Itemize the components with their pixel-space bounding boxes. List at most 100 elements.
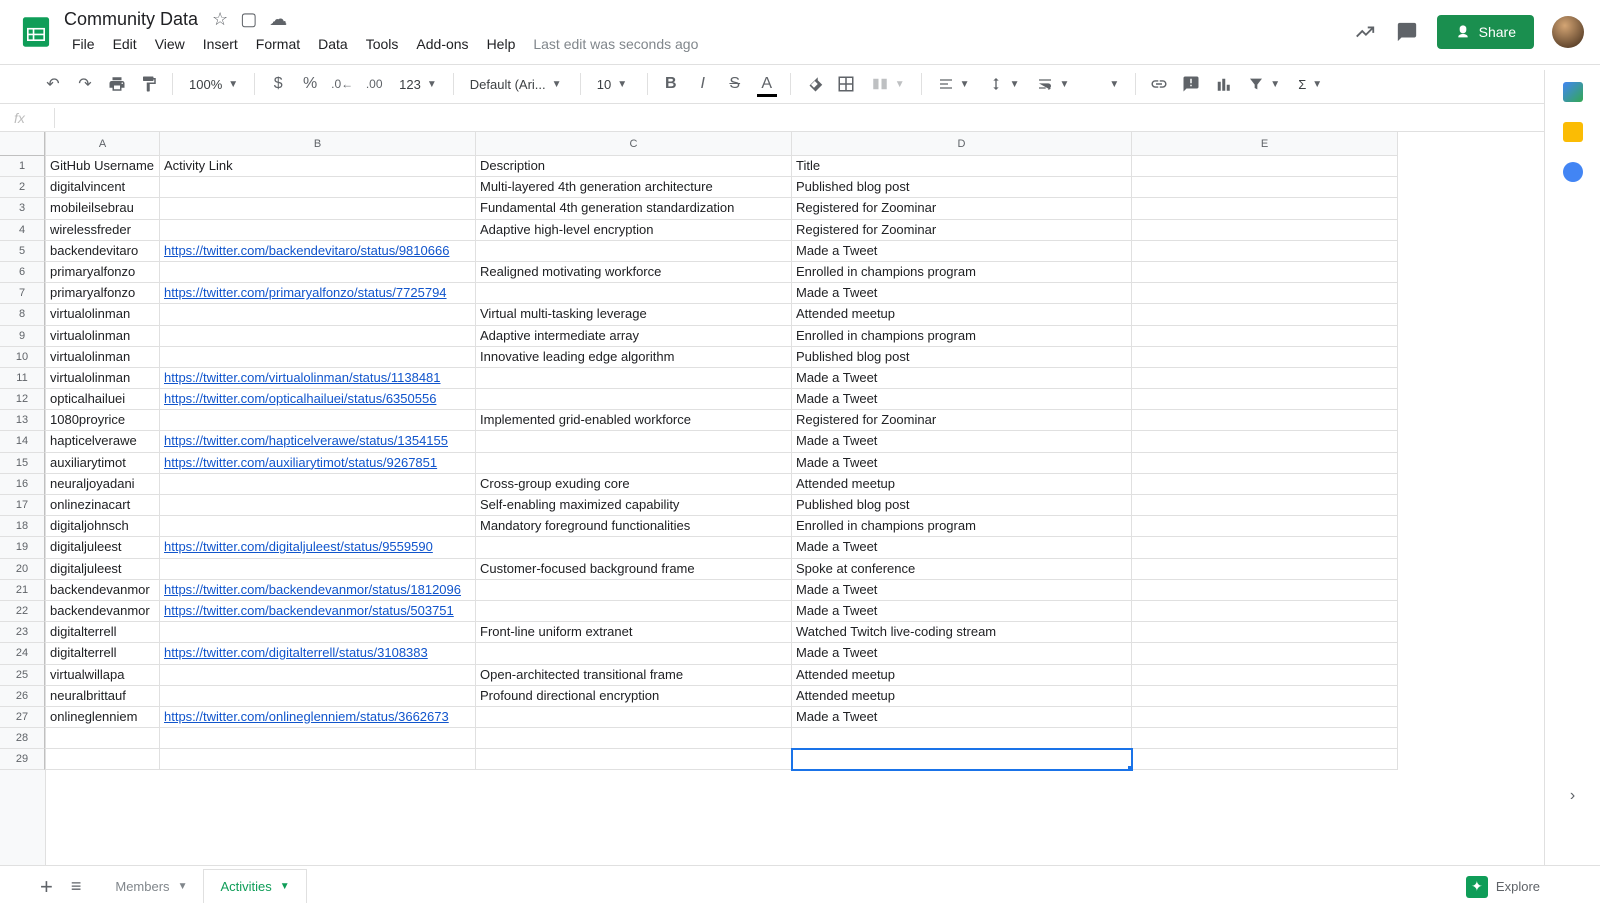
cell[interactable]: 1080proyrice — [46, 410, 160, 431]
more-formats-select[interactable]: 123▼ — [391, 77, 445, 92]
cell[interactable] — [1132, 177, 1398, 198]
cell[interactable]: Fundamental 4th generation standardizati… — [476, 198, 792, 219]
row-header[interactable]: 18 — [0, 516, 45, 537]
cell[interactable]: Registered for Zoominar — [792, 220, 1132, 241]
all-sheets-button[interactable]: ≡ — [71, 876, 82, 897]
explore-button[interactable]: ✦ Explore — [1466, 876, 1540, 898]
cell[interactable]: backendevitaro — [46, 241, 160, 262]
cell[interactable]: virtualolinman — [46, 347, 160, 368]
merge-cells-button[interactable]: ▼ — [863, 75, 913, 93]
row-header[interactable]: 24 — [0, 643, 45, 664]
cell[interactable] — [792, 749, 1132, 770]
row-header[interactable]: 15 — [0, 453, 45, 474]
row-header[interactable]: 19 — [0, 537, 45, 558]
sheets-logo-icon[interactable] — [16, 12, 56, 52]
cell[interactable]: https://twitter.com/onlineglenniem/statu… — [160, 707, 476, 728]
fontsize-select[interactable]: 10▼ — [589, 77, 639, 92]
zoom-select[interactable]: 100%▼ — [181, 77, 246, 92]
cell[interactable] — [476, 368, 792, 389]
sheet-tab-members[interactable]: Members▼ — [99, 870, 203, 903]
cell[interactable] — [1132, 495, 1398, 516]
row-header[interactable]: 28 — [0, 728, 45, 749]
cell[interactable]: Realigned motivating workforce — [476, 262, 792, 283]
cell[interactable]: Cross-group exuding core — [476, 474, 792, 495]
row-header[interactable]: 4 — [0, 220, 45, 241]
cell[interactable]: https://twitter.com/auxiliarytimot/statu… — [160, 453, 476, 474]
cell[interactable] — [1132, 622, 1398, 643]
cell[interactable] — [476, 241, 792, 262]
cell[interactable]: Enrolled in champions program — [792, 516, 1132, 537]
cell[interactable] — [160, 177, 476, 198]
row-header[interactable]: 9 — [0, 326, 45, 347]
cell[interactable] — [160, 516, 476, 537]
cell[interactable] — [1132, 686, 1398, 707]
row-header[interactable]: 10 — [0, 347, 45, 368]
cell[interactable]: Made a Tweet — [792, 707, 1132, 728]
cell[interactable]: https://twitter.com/digitalterrell/statu… — [160, 643, 476, 664]
row-header[interactable]: 2 — [0, 177, 45, 198]
cell[interactable]: Made a Tweet — [792, 580, 1132, 601]
menu-tools[interactable]: Tools — [358, 32, 407, 56]
menu-edit[interactable]: Edit — [105, 32, 145, 56]
cell[interactable]: Registered for Zoominar — [792, 410, 1132, 431]
cell[interactable]: https://twitter.com/backendevitaro/statu… — [160, 241, 476, 262]
account-avatar[interactable] — [1552, 16, 1584, 48]
row-header[interactable]: 21 — [0, 580, 45, 601]
cell[interactable]: Made a Tweet — [792, 241, 1132, 262]
text-color-button[interactable]: A — [752, 69, 782, 99]
cell[interactable]: neuraljoyadani — [46, 474, 160, 495]
cell[interactable] — [476, 643, 792, 664]
row-header[interactable]: 3 — [0, 198, 45, 219]
increase-decimal-button[interactable]: .00 — [359, 69, 389, 99]
cell[interactable] — [1132, 241, 1398, 262]
cell[interactable]: Attended meetup — [792, 304, 1132, 325]
cell[interactable]: digitaljuleest — [46, 559, 160, 580]
cell[interactable]: Innovative leading edge algorithm — [476, 347, 792, 368]
cell[interactable] — [1132, 474, 1398, 495]
cell[interactable]: Made a Tweet — [792, 601, 1132, 622]
cell[interactable]: Spoke at conference — [792, 559, 1132, 580]
row-header[interactable]: 12 — [0, 389, 45, 410]
cell[interactable]: wirelessfreder — [46, 220, 160, 241]
cell[interactable]: GitHub Username — [46, 156, 160, 177]
menu-view[interactable]: View — [147, 32, 193, 56]
trend-icon[interactable] — [1353, 20, 1377, 44]
cell[interactable] — [1132, 665, 1398, 686]
cell[interactable]: Made a Tweet — [792, 283, 1132, 304]
cell[interactable] — [792, 728, 1132, 749]
cell[interactable] — [1132, 601, 1398, 622]
col-header-a[interactable]: A — [46, 132, 160, 155]
cell[interactable] — [1132, 304, 1398, 325]
cell[interactable]: Customer-focused background frame — [476, 559, 792, 580]
paint-format-button[interactable] — [134, 69, 164, 99]
cell[interactable]: Open-architected transitional frame — [476, 665, 792, 686]
undo-button[interactable]: ↶ — [38, 69, 68, 99]
cell[interactable]: Adaptive intermediate array — [476, 326, 792, 347]
row-header[interactable]: 29 — [0, 749, 45, 770]
cell[interactable] — [1132, 389, 1398, 410]
menu-addons[interactable]: Add-ons — [408, 32, 476, 56]
cell[interactable] — [160, 220, 476, 241]
cell[interactable] — [160, 728, 476, 749]
row-header[interactable]: 11 — [0, 368, 45, 389]
cell[interactable]: Mandatory foreground functionalities — [476, 516, 792, 537]
row-header[interactable]: 27 — [0, 707, 45, 728]
cell[interactable]: Description — [476, 156, 792, 177]
cell[interactable]: Enrolled in champions program — [792, 262, 1132, 283]
cell[interactable]: auxiliarytimot — [46, 453, 160, 474]
cell[interactable] — [160, 410, 476, 431]
cell[interactable]: Published blog post — [792, 177, 1132, 198]
borders-button[interactable] — [831, 69, 861, 99]
cell[interactable] — [1132, 516, 1398, 537]
cell[interactable]: Made a Tweet — [792, 389, 1132, 410]
cell[interactable]: https://twitter.com/backendevanmor/statu… — [160, 580, 476, 601]
cell[interactable] — [1132, 431, 1398, 452]
row-header[interactable]: 8 — [0, 304, 45, 325]
cell[interactable]: onlinezinacart — [46, 495, 160, 516]
cell[interactable]: https://twitter.com/opticalhailuei/statu… — [160, 389, 476, 410]
calendar-icon[interactable] — [1563, 82, 1583, 102]
print-button[interactable] — [102, 69, 132, 99]
cell[interactable]: onlineglenniem — [46, 707, 160, 728]
cell[interactable] — [1132, 559, 1398, 580]
link-button[interactable] — [1144, 69, 1174, 99]
